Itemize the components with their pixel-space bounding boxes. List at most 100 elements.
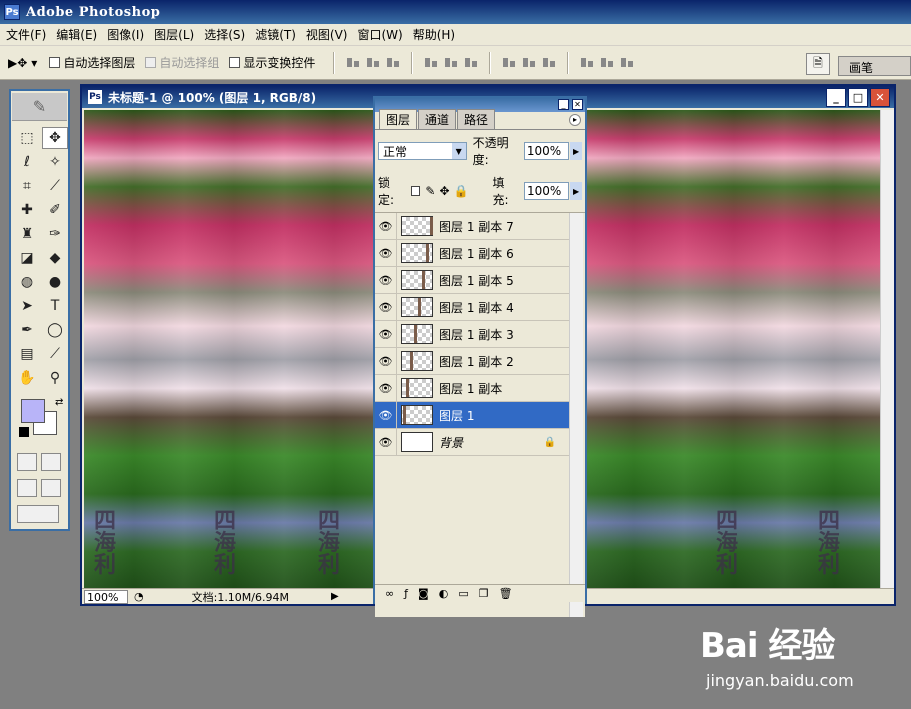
move-tool-icon[interactable]: ✥: [42, 127, 68, 149]
dodge-tool-icon[interactable]: ●: [42, 271, 68, 293]
foreground-color-swatch[interactable]: [21, 399, 45, 423]
add-mask-icon[interactable]: ◙: [418, 587, 429, 600]
standard-screen-button[interactable]: [17, 479, 37, 497]
auto-select-layer-checkbox[interactable]: 自动选择图层: [49, 54, 135, 71]
eye-icon[interactable]: 👁: [375, 375, 397, 401]
blend-mode-select[interactable]: 正常 ▼: [378, 142, 467, 160]
eye-icon[interactable]: 👁: [375, 213, 397, 239]
menu-filter[interactable]: 滤镜(T): [253, 26, 304, 43]
layer-row[interactable]: 👁 图层 1 副本 3: [375, 321, 570, 348]
eye-icon[interactable]: 👁: [375, 240, 397, 266]
distribute-top-icon[interactable]: [502, 56, 516, 70]
fill-slider-arrow-icon[interactable]: ▶: [570, 182, 583, 200]
distribute-left-icon[interactable]: [580, 56, 594, 70]
eye-icon[interactable]: 👁: [375, 348, 397, 374]
menu-edit[interactable]: 编辑(E): [54, 26, 105, 43]
eye-icon[interactable]: 👁: [375, 429, 397, 455]
close-button[interactable]: ✕: [870, 88, 890, 107]
menu-layer[interactable]: 图层(L): [152, 26, 202, 43]
align-top-icon[interactable]: [346, 56, 360, 70]
lock-image-icon[interactable]: ✎: [425, 184, 435, 198]
clone-stamp-tool-icon[interactable]: ♜: [14, 223, 40, 245]
hand-tool-icon[interactable]: ✋: [14, 367, 40, 389]
brush-palette-tab[interactable]: 画笔: [838, 56, 911, 76]
eye-icon[interactable]: 👁: [375, 294, 397, 320]
brush-tool-icon[interactable]: ✐: [42, 199, 68, 221]
path-selection-tool-icon[interactable]: ➤: [14, 295, 40, 317]
distribute-right-icon[interactable]: [620, 56, 634, 70]
lock-position-icon[interactable]: ✥: [439, 184, 449, 198]
menu-help[interactable]: 帮助(H): [411, 26, 463, 43]
full-screen-menu-button[interactable]: [41, 479, 61, 497]
maximize-button[interactable]: □: [848, 88, 868, 107]
link-layers-icon[interactable]: ∞: [385, 587, 394, 600]
lock-all-icon[interactable]: 🔒: [454, 184, 469, 198]
align-left-icon[interactable]: [424, 56, 438, 70]
layer-row[interactable]: 👁 图层 1 副本 6: [375, 240, 570, 267]
eye-icon[interactable]: 👁: [375, 321, 397, 347]
layer-row[interactable]: 👁 图层 1 副本 4: [375, 294, 570, 321]
pen-tool-icon[interactable]: ✒: [14, 319, 40, 341]
eyedropper-tool-icon[interactable]: ⟋: [42, 343, 68, 365]
healing-brush-tool-icon[interactable]: ✚: [14, 199, 40, 221]
align-vcenter-icon[interactable]: [366, 56, 380, 70]
quick-mask-mode-button[interactable]: [41, 453, 61, 471]
new-layer-icon[interactable]: ❐: [479, 587, 489, 600]
layer-list-scrollbar[interactable]: [569, 213, 583, 617]
type-tool-icon[interactable]: T: [42, 295, 68, 317]
paint-bucket-tool-icon[interactable]: ◆: [42, 247, 68, 269]
distribute-bottom-icon[interactable]: [542, 56, 556, 70]
panel-close-button[interactable]: ✕: [572, 99, 583, 110]
adjustment-layer-icon[interactable]: ◐: [439, 587, 449, 600]
default-colors-icon[interactable]: [19, 427, 29, 437]
show-transform-checkbox[interactable]: 显示变换控件: [229, 54, 315, 71]
lasso-tool-icon[interactable]: ℓ: [14, 151, 40, 173]
new-group-icon[interactable]: ▭: [458, 587, 468, 600]
menu-view[interactable]: 视图(V): [304, 26, 356, 43]
file-browser-button[interactable]: 🗎: [806, 53, 830, 75]
opacity-slider-arrow-icon[interactable]: ▶: [570, 142, 583, 160]
trash-icon[interactable]: 🗑: [499, 587, 513, 600]
distribute-hcenter-icon[interactable]: [600, 56, 614, 70]
minimize-button[interactable]: _: [826, 88, 846, 107]
fill-field[interactable]: 100%: [524, 182, 570, 200]
eye-icon[interactable]: 👁: [375, 267, 397, 293]
standard-mode-button[interactable]: [17, 453, 37, 471]
history-brush-tool-icon[interactable]: ✑: [42, 223, 68, 245]
status-menu-arrow-icon[interactable]: ▶: [331, 591, 339, 602]
status-icon[interactable]: ◔: [134, 590, 144, 603]
align-bottom-icon[interactable]: [386, 56, 400, 70]
layer-row[interactable]: 👁 图层 1 副本 2: [375, 348, 570, 375]
layer-row-selected[interactable]: 👁 图层 1: [375, 402, 570, 429]
swap-colors-icon[interactable]: ⇄: [55, 397, 63, 408]
blur-tool-icon[interactable]: ◍: [14, 271, 40, 293]
layer-row[interactable]: 👁 图层 1 副本: [375, 375, 570, 402]
zoom-field[interactable]: 100%: [84, 589, 128, 604]
tab-channels[interactable]: 通道: [418, 109, 457, 129]
auto-select-group-checkbox[interactable]: 自动选择组: [145, 54, 219, 71]
panel-minimize-button[interactable]: _: [558, 99, 569, 110]
lock-transparency-icon[interactable]: [410, 186, 421, 196]
menu-window[interactable]: 窗口(W): [355, 26, 410, 43]
marquee-tool-icon[interactable]: ⬚: [14, 127, 40, 149]
ellipse-tool-icon[interactable]: ◯: [42, 319, 68, 341]
slice-tool-icon[interactable]: ⟋: [42, 175, 68, 197]
menu-file[interactable]: 文件(F): [4, 26, 54, 43]
eye-icon[interactable]: 👁: [375, 402, 397, 428]
magic-wand-tool-icon[interactable]: ✧: [42, 151, 68, 173]
eraser-tool-icon[interactable]: ◪: [14, 247, 40, 269]
crop-tool-icon[interactable]: ⌗: [14, 175, 40, 197]
menu-select[interactable]: 选择(S): [202, 26, 253, 43]
opacity-field[interactable]: 100%: [523, 142, 570, 160]
layer-style-icon[interactable]: ƒ: [404, 587, 408, 600]
jump-to-imageready-button[interactable]: [17, 505, 59, 523]
tab-layers[interactable]: 图层: [379, 109, 418, 129]
align-right-icon[interactable]: [464, 56, 478, 70]
layer-row[interactable]: 👁 图层 1 副本 5: [375, 267, 570, 294]
layer-row[interactable]: 👁 图层 1 副本 7: [375, 213, 570, 240]
align-hcenter-icon[interactable]: [444, 56, 458, 70]
distribute-vcenter-icon[interactable]: [522, 56, 536, 70]
menu-image[interactable]: 图像(I): [105, 26, 152, 43]
notes-tool-icon[interactable]: ▤: [14, 343, 40, 365]
layer-row-background[interactable]: 👁 背景 🔒: [375, 429, 570, 456]
